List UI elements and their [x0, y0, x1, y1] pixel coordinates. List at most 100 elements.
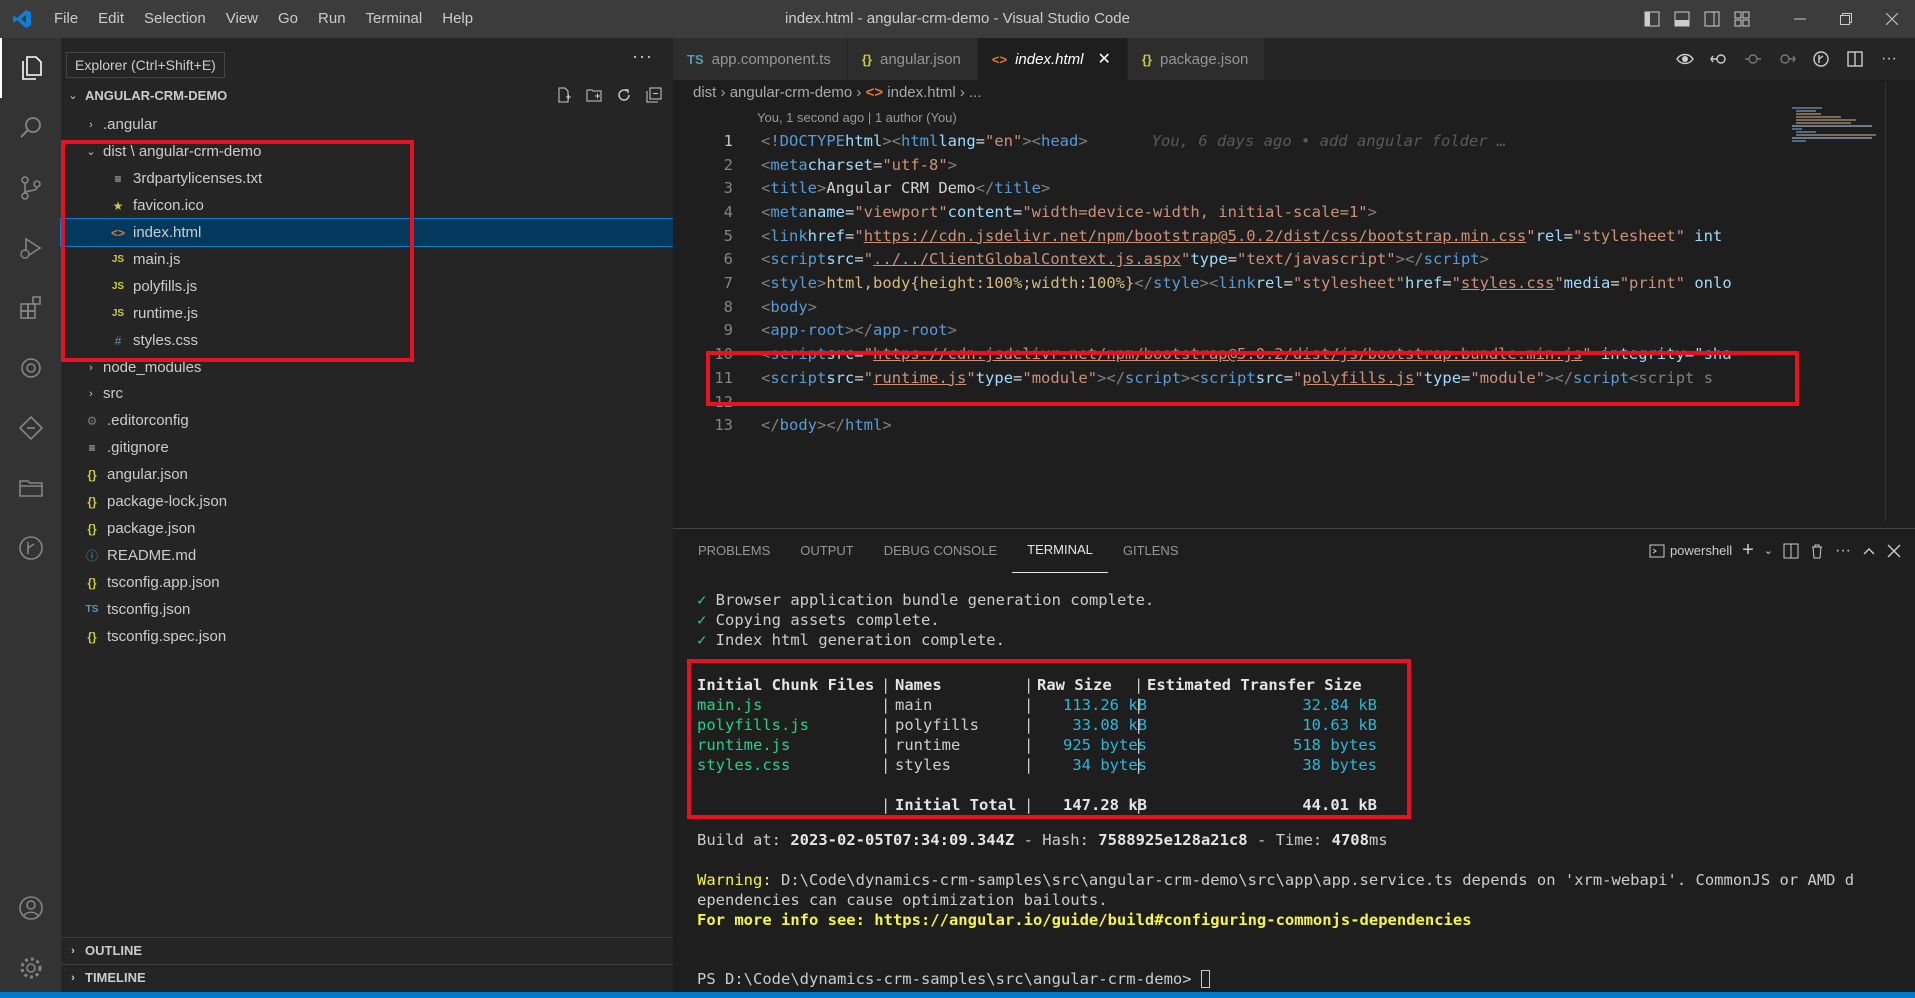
- close-tab-icon[interactable]: ✕: [1097, 49, 1110, 69]
- tree-item[interactable]: › .angular: [61, 111, 673, 138]
- remote-explorer-icon[interactable]: [0, 338, 61, 398]
- code-line[interactable]: 12: [673, 390, 1788, 414]
- tree-item[interactable]: {} tsconfig.app.json: [61, 569, 673, 596]
- menu-view[interactable]: View: [216, 0, 268, 38]
- tab-debug-console[interactable]: DEBUG CONSOLE: [869, 528, 1012, 573]
- menu-run[interactable]: Run: [308, 0, 356, 38]
- source-control-icon[interactable]: [0, 158, 61, 218]
- code-line[interactable]: 4 < meta name = "viewport" content = "width=d…: [673, 200, 1788, 224]
- code-line[interactable]: 9 < app-root ></app-root >: [673, 319, 1788, 343]
- chevron-right-icon[interactable]: ›: [83, 388, 99, 400]
- manage-gear-icon[interactable]: [0, 938, 61, 998]
- breadcrumb-dist[interactable]: dist: [693, 84, 716, 101]
- codelens-blame[interactable]: You, 1 second ago | 1 author (You): [757, 110, 957, 125]
- tree-item[interactable]: # styles.css: [61, 327, 673, 354]
- link-url[interactable]: https://cdn.jsdelivr.net/npm/bootstrap@5…: [873, 345, 1582, 363]
- breadcrumb-file[interactable]: index.html: [887, 84, 955, 101]
- chevron-down-icon[interactable]: ⌄: [83, 145, 99, 158]
- tree-item[interactable]: › src: [61, 380, 673, 407]
- outline-section[interactable]: › OUTLINE: [61, 937, 673, 963]
- menu-terminal[interactable]: Terminal: [356, 0, 433, 38]
- git-graph-icon[interactable]: [0, 398, 61, 458]
- tree-item[interactable]: ≡ .gitignore: [61, 434, 673, 461]
- tree-item[interactable]: {} package.json: [61, 515, 673, 542]
- minimize-icon[interactable]: [1777, 0, 1823, 38]
- link-url[interactable]: styles.css: [1461, 274, 1554, 292]
- explorer-icon[interactable]: [0, 38, 61, 98]
- code-line[interactable]: 7 < style > html,body{height:100%;width:100%…: [673, 271, 1788, 295]
- new-file-icon[interactable]: [553, 84, 575, 106]
- tab-output[interactable]: OUTPUT: [785, 528, 868, 573]
- chevron-down-icon[interactable]: ⌄: [1764, 544, 1773, 557]
- tree-item[interactable]: ≡ 3rdpartylicenses.txt: [61, 165, 673, 192]
- gitlens-icon[interactable]: [0, 518, 61, 578]
- run-debug-icon[interactable]: [0, 218, 61, 278]
- close-panel-icon[interactable]: [1887, 544, 1901, 558]
- tree-item[interactable]: <> index.html: [60, 218, 674, 247]
- next-revision-icon[interactable]: [1775, 47, 1799, 71]
- toggle-sidebar-icon[interactable]: [1637, 0, 1667, 38]
- tree-item[interactable]: JS polyfills.js: [61, 273, 673, 300]
- menu-help[interactable]: Help: [432, 0, 483, 38]
- tree-item[interactable]: {} tsconfig.spec.json: [61, 623, 673, 650]
- tab-index-html[interactable]: <> index.html ✕: [977, 38, 1128, 80]
- link-url[interactable]: ../../ClientGlobalContext.js.aspx: [873, 250, 1181, 268]
- link-url[interactable]: runtime.js: [873, 369, 966, 387]
- editor-scrollbar[interactable]: [1885, 82, 1899, 522]
- tree-item[interactable]: ★ favicon.ico: [61, 192, 673, 219]
- code-line[interactable]: 6 < script src = " ../../ClientGlobalContext…: [673, 248, 1788, 272]
- more-actions-icon[interactable]: ···: [1877, 47, 1901, 71]
- chevron-right-icon[interactable]: ›: [83, 362, 99, 374]
- code-line[interactable]: 13 </body ></html >: [673, 413, 1788, 437]
- tab-app-component[interactable]: TS app.component.ts: [673, 38, 848, 80]
- new-terminal-icon[interactable]: +: [1742, 539, 1754, 562]
- code-line[interactable]: 3 < title > Angular CRM Demo </title >: [673, 176, 1788, 200]
- minimap[interactable]: [1790, 106, 1880, 142]
- new-folder-icon[interactable]: [583, 84, 605, 106]
- menu-go[interactable]: Go: [268, 0, 308, 38]
- link-url[interactable]: polyfills.js: [1302, 369, 1414, 387]
- tree-item[interactable]: ⌄ dist \ angular-crm-demo: [61, 138, 673, 165]
- menu-selection[interactable]: Selection: [134, 0, 216, 38]
- tree-item[interactable]: ⓘ README.md: [61, 542, 673, 569]
- accounts-icon[interactable]: [0, 878, 61, 938]
- toggle-secondary-sidebar-icon[interactable]: [1697, 0, 1727, 38]
- chevron-right-icon[interactable]: ›: [83, 119, 99, 131]
- maximize-panel-icon[interactable]: [1861, 543, 1877, 559]
- previous-revision-icon[interactable]: [1741, 47, 1765, 71]
- menu-file[interactable]: File: [44, 0, 88, 38]
- code-line[interactable]: 1 < !DOCTYPE html >< html lang = "en" >< head > Yo…: [673, 129, 1788, 153]
- refresh-icon[interactable]: [613, 84, 635, 106]
- more-actions-icon[interactable]: ···: [632, 46, 653, 67]
- restore-icon[interactable]: [1823, 0, 1869, 38]
- terminal-prompt[interactable]: PS D:\Code\dynamics-crm-samples\src\angu…: [697, 969, 1210, 989]
- timeline-section[interactable]: › TIMELINE: [61, 964, 673, 990]
- tree-item[interactable]: ⚙ .editorconfig: [61, 407, 673, 434]
- tab-angular-json[interactable]: {} angular.json: [847, 38, 978, 80]
- tab-problems[interactable]: PROBLEMS: [683, 528, 785, 573]
- folder-icon[interactable]: [0, 458, 61, 518]
- tab-gitlens[interactable]: GITLENS: [1108, 528, 1194, 573]
- toggle-panel-icon[interactable]: [1667, 0, 1697, 38]
- menu-edit[interactable]: Edit: [88, 0, 134, 38]
- tree-item[interactable]: {} angular.json: [61, 461, 673, 488]
- terminal-shell-selector[interactable]: powershell: [1649, 543, 1732, 559]
- open-changes-icon[interactable]: [1707, 47, 1731, 71]
- breadcrumb-folder[interactable]: angular-crm-demo: [730, 84, 853, 101]
- close-window-icon[interactable]: [1869, 0, 1915, 38]
- code-line[interactable]: 11 < script src = " runtime.js " type = "module"…: [673, 366, 1788, 390]
- split-editor-icon[interactable]: [1843, 47, 1867, 71]
- split-terminal-icon[interactable]: [1783, 543, 1799, 559]
- tree-item[interactable]: {} package-lock.json: [61, 488, 673, 515]
- collapse-all-icon[interactable]: [643, 84, 665, 106]
- tree-item[interactable]: › node_modules: [61, 354, 673, 381]
- tab-terminal[interactable]: TERMINAL: [1012, 528, 1108, 573]
- breadcrumb-more[interactable]: ...: [969, 84, 982, 101]
- search-icon[interactable]: [0, 98, 61, 158]
- tree-item[interactable]: JS runtime.js: [61, 300, 673, 327]
- code-line[interactable]: 8 < body >: [673, 295, 1788, 319]
- tab-package-json[interactable]: {} package.json: [1127, 38, 1266, 80]
- customize-layout-icon[interactable]: [1727, 0, 1757, 38]
- gitlens-blame-icon[interactable]: [1809, 47, 1833, 71]
- tree-item[interactable]: JS main.js: [61, 246, 673, 273]
